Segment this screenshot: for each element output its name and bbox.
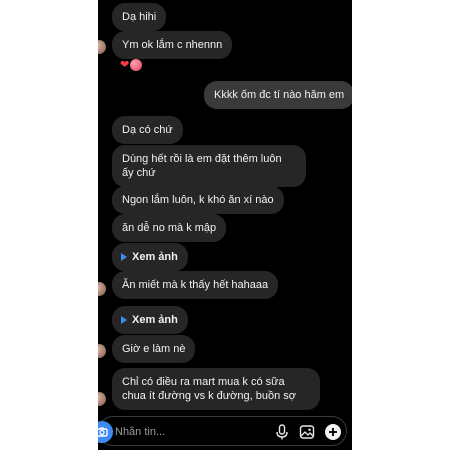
view-photo-label: Xem ảnh	[132, 314, 178, 326]
avatar[interactable]	[98, 282, 106, 296]
message-text: Dạ có chứ	[122, 124, 173, 136]
outgoing-message-bubble[interactable]: Kkkk ốm đc tí nào hăm em	[204, 81, 352, 109]
message-bubble[interactable]: Dùng hết rồi là em đặt thêm luôn ấy chứ	[112, 145, 306, 187]
message-text: Ngon lắm luôn, k khó ăn xí nào	[122, 194, 274, 206]
avatar[interactable]	[98, 392, 106, 406]
message-bubble[interactable]: ăn dễ no mà k mập	[112, 214, 227, 242]
message-composer	[98, 416, 347, 446]
message-text: Giờ e làm nè	[122, 343, 186, 355]
message-bubble[interactable]: Giờ e làm nè	[112, 335, 196, 363]
heart-reaction-icon: ❤	[120, 59, 130, 71]
message-text: ăn dễ no mà k mập	[122, 222, 217, 234]
avatar[interactable]	[98, 344, 106, 358]
chat-screen: Dạ hihi Ym ok lắm c nhennn ❤ Kkkk ốm đc …	[98, 0, 352, 450]
play-icon	[121, 253, 127, 261]
reaction-emoji-icon	[130, 59, 143, 71]
message-text: Dùng hết rồi là em đặt thêm luôn ấy chứ	[122, 153, 282, 179]
message-text: Chỉ có điều ra mart mua k có sữa chua ít…	[122, 376, 296, 402]
message-text: Kkkk ốm đc tí nào hăm em	[214, 89, 345, 101]
message-input[interactable]	[115, 423, 255, 441]
message-bubble[interactable]: Dạ hihi	[112, 3, 167, 31]
camera-button[interactable]	[98, 421, 113, 443]
message-bubble[interactable]: Chỉ có điều ra mart mua k có sữa chua ít…	[112, 368, 320, 410]
play-icon	[121, 316, 127, 324]
camera-icon	[98, 427, 108, 437]
message-bubble[interactable]: Ym ok lắm c nhennn	[112, 31, 233, 59]
avatar[interactable]	[98, 40, 106, 54]
view-photo-link[interactable]: Xem ảnh	[112, 243, 188, 271]
message-bubble[interactable]: Dạ có chứ	[112, 116, 183, 144]
view-photo-link[interactable]: Xem ảnh	[112, 306, 188, 334]
message-bubble[interactable]: Ăn miết mà k thấy hết hahaaa	[112, 271, 279, 299]
message-text: Dạ hihi	[122, 11, 157, 23]
add-icon[interactable]	[324, 423, 342, 441]
view-photo-label: Xem ảnh	[132, 251, 178, 263]
message-text: Ăn miết mà k thấy hết hahaaa	[122, 279, 269, 291]
message-reactions[interactable]: ❤	[120, 58, 143, 72]
message-bubble[interactable]: Ngon lắm luôn, k khó ăn xí nào	[112, 186, 284, 214]
message-text: Ym ok lắm c nhennn	[122, 39, 223, 51]
microphone-icon[interactable]	[273, 423, 291, 441]
image-icon[interactable]	[298, 423, 316, 441]
